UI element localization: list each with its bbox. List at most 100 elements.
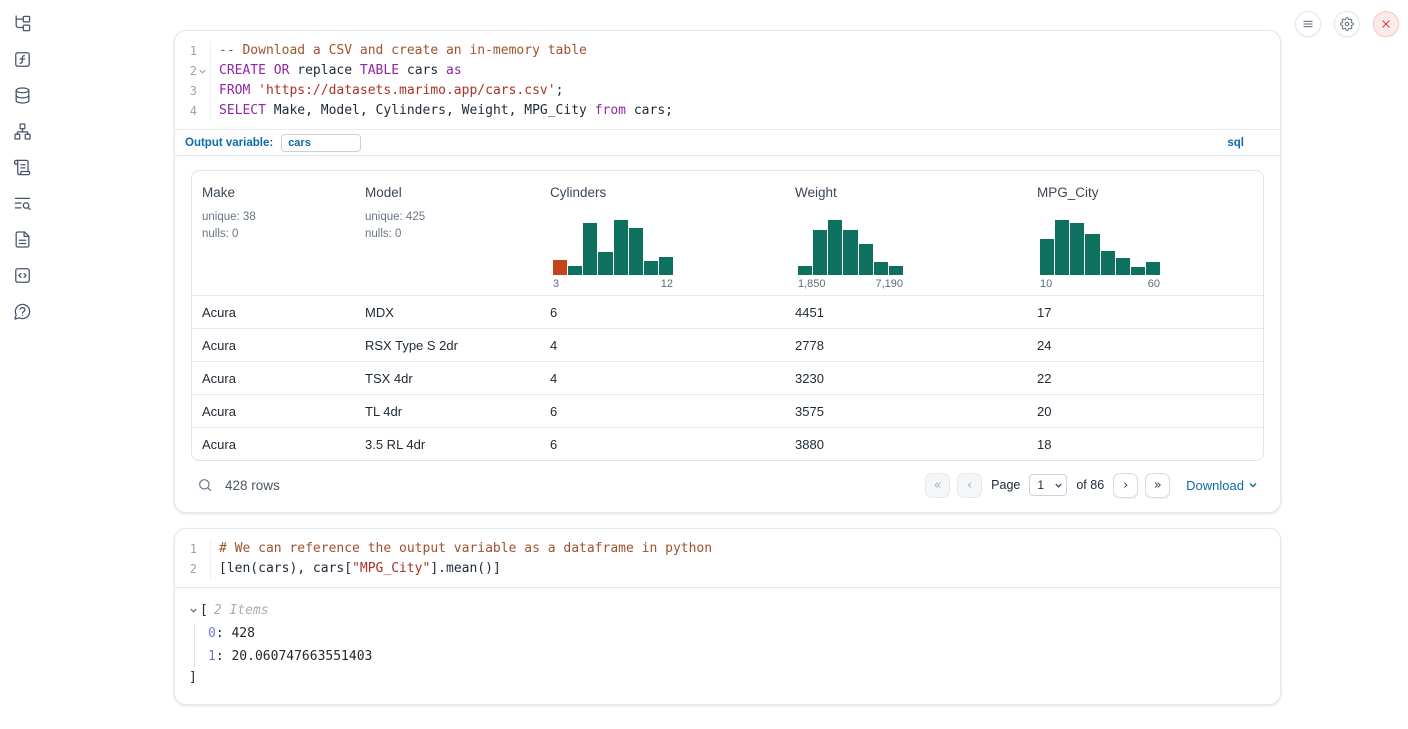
table-cell: 4 bbox=[540, 338, 785, 353]
histogram-bar bbox=[644, 261, 658, 275]
histogram-bar bbox=[859, 244, 873, 275]
code-line: 2[len(cars), cars["MPG_City"].mean()] bbox=[175, 559, 1280, 579]
code-editor[interactable]: 1# We can reference the output variable … bbox=[175, 529, 1280, 587]
table-cell: 22 bbox=[1027, 371, 1263, 386]
code-line: 1-- Download a CSV and create an in-memo… bbox=[175, 41, 1280, 61]
code-text: CREATE OR replace TABLE cars as bbox=[211, 61, 462, 81]
histogram-bar bbox=[1070, 223, 1084, 275]
language-badge[interactable]: sql bbox=[1227, 137, 1244, 149]
histogram-bar bbox=[614, 220, 628, 275]
document-icon bbox=[13, 230, 32, 249]
table-row[interactable]: Acura3.5 RL 4dr6388018 bbox=[192, 427, 1263, 460]
table-row[interactable]: AcuraMDX6445117 bbox=[192, 295, 1263, 328]
histogram-bar bbox=[889, 266, 903, 275]
first-page-button[interactable]: « bbox=[925, 473, 950, 498]
histogram-bar bbox=[1085, 234, 1099, 275]
scratchpad-icon bbox=[13, 158, 32, 177]
line-number: 4 bbox=[175, 101, 211, 121]
histogram-bar bbox=[598, 252, 612, 275]
sidebar-item-help[interactable] bbox=[11, 301, 33, 321]
fold-chevron-icon[interactable] bbox=[197, 61, 207, 81]
close-button[interactable] bbox=[1373, 11, 1399, 37]
menu-button[interactable] bbox=[1295, 11, 1321, 37]
column-header-model[interactable]: Model unique: 425nulls: 0 bbox=[355, 171, 540, 295]
table-cell: 3880 bbox=[785, 437, 1027, 452]
sidebar-item-file-explorer[interactable] bbox=[11, 13, 33, 33]
line-number: 3 bbox=[175, 81, 211, 101]
table-cell: 6 bbox=[540, 305, 785, 320]
dependency-graph-icon bbox=[13, 122, 32, 141]
axis-max-label: 60 bbox=[1148, 278, 1160, 290]
settings-button[interactable] bbox=[1334, 11, 1360, 37]
page-select-wrap: 1 bbox=[1029, 474, 1067, 496]
code-text: SELECT Make, Model, Cylinders, Weight, M… bbox=[211, 101, 673, 121]
hamburger-icon bbox=[1301, 17, 1315, 31]
chevron-down-icon bbox=[1248, 480, 1258, 490]
column-title: Make bbox=[202, 185, 347, 200]
table-cell: 3.5 RL 4dr bbox=[355, 437, 540, 452]
topbar-actions bbox=[1295, 11, 1399, 37]
table-cell: 2778 bbox=[785, 338, 1027, 353]
download-button[interactable]: Download bbox=[1186, 478, 1258, 493]
column-title: Model bbox=[365, 185, 532, 200]
histogram-bar bbox=[1040, 239, 1054, 275]
table-cell: TL 4dr bbox=[355, 404, 540, 419]
page-select[interactable]: 1 bbox=[1029, 474, 1067, 496]
column-header-cylinders[interactable]: Cylinders312 bbox=[540, 171, 785, 295]
sidebar-item-data-sources[interactable] bbox=[11, 85, 33, 105]
axis-min-label: 1,850 bbox=[798, 278, 826, 290]
output-variable-input[interactable] bbox=[281, 134, 361, 152]
column-header-mpg_city[interactable]: MPG_City1060 bbox=[1027, 171, 1263, 295]
tree-entry: 1: 20.060747663551403 bbox=[208, 646, 1264, 669]
code-text: # We can reference the output variable a… bbox=[211, 539, 712, 559]
code-line: 3FROM 'https://datasets.marimo.app/cars.… bbox=[175, 81, 1280, 101]
sidebar-item-dependencies[interactable] bbox=[11, 121, 33, 141]
sidebar-item-snippets[interactable] bbox=[11, 265, 33, 285]
sidebar bbox=[0, 0, 44, 729]
prev-page-button[interactable]: ‹ bbox=[957, 473, 982, 498]
histogram-bar bbox=[1131, 267, 1145, 275]
table-cell: 17 bbox=[1027, 305, 1263, 320]
close-icon bbox=[1379, 17, 1393, 31]
table-cell: Acura bbox=[192, 305, 355, 320]
table-cell: 24 bbox=[1027, 338, 1263, 353]
collapse-chevron-icon[interactable] bbox=[189, 606, 198, 615]
sidebar-item-scratchpad[interactable] bbox=[11, 157, 33, 177]
sql-output: Make unique: 38nulls: 0 Model unique: 425nu… bbox=[175, 156, 1280, 512]
table-cell: RSX Type S 2dr bbox=[355, 338, 540, 353]
next-page-button[interactable]: › bbox=[1113, 473, 1138, 498]
histogram-bar bbox=[629, 228, 643, 275]
sidebar-item-variables[interactable] bbox=[11, 49, 33, 69]
tree-entry-value: 428 bbox=[231, 626, 254, 641]
histogram-bar bbox=[798, 266, 812, 275]
column-stats: unique: 425nulls: 0 bbox=[365, 209, 532, 242]
tree-entry-value: 20.060747663551403 bbox=[231, 649, 372, 664]
last-page-button[interactable]: » bbox=[1145, 473, 1170, 498]
column-header-make[interactable]: Make unique: 38nulls: 0 bbox=[192, 171, 355, 295]
table-cell: 4451 bbox=[785, 305, 1027, 320]
histogram-bar bbox=[583, 223, 597, 275]
table-row[interactable]: AcuraTL 4dr6357520 bbox=[192, 394, 1263, 427]
table-cell: 3575 bbox=[785, 404, 1027, 419]
page-label: Page bbox=[991, 478, 1020, 492]
python-output-tree: [2 Items0: 4281: 20.060747663551403] bbox=[175, 588, 1280, 704]
histogram-bar bbox=[828, 220, 842, 275]
code-text: [len(cars), cars["MPG_City"].mean()] bbox=[211, 559, 501, 579]
code-editor[interactable]: 1-- Download a CSV and create an in-memo… bbox=[175, 31, 1280, 129]
cell-meta-row: Output variable: sql bbox=[175, 129, 1280, 156]
column-header-weight[interactable]: Weight1,8507,190 bbox=[785, 171, 1027, 295]
table-cell: Acura bbox=[192, 404, 355, 419]
column-stats: unique: 38nulls: 0 bbox=[202, 209, 347, 242]
axis-min-label: 3 bbox=[553, 278, 559, 290]
sidebar-item-documentation[interactable] bbox=[11, 229, 33, 249]
notebook: 1-- Download a CSV and create an in-memo… bbox=[174, 30, 1281, 720]
column-title: Weight bbox=[795, 185, 1019, 200]
table-row[interactable]: AcuraTSX 4dr4323022 bbox=[192, 361, 1263, 394]
column-histogram: 1060 bbox=[1040, 220, 1160, 290]
search-icon[interactable] bbox=[197, 477, 213, 493]
output-variable-label: Output variable: bbox=[185, 137, 273, 149]
table-row[interactable]: AcuraRSX Type S 2dr4277824 bbox=[192, 328, 1263, 361]
histogram-bar bbox=[843, 230, 857, 275]
tree-items-count: 2 Items bbox=[214, 600, 269, 621]
sidebar-item-logs[interactable] bbox=[11, 193, 33, 213]
